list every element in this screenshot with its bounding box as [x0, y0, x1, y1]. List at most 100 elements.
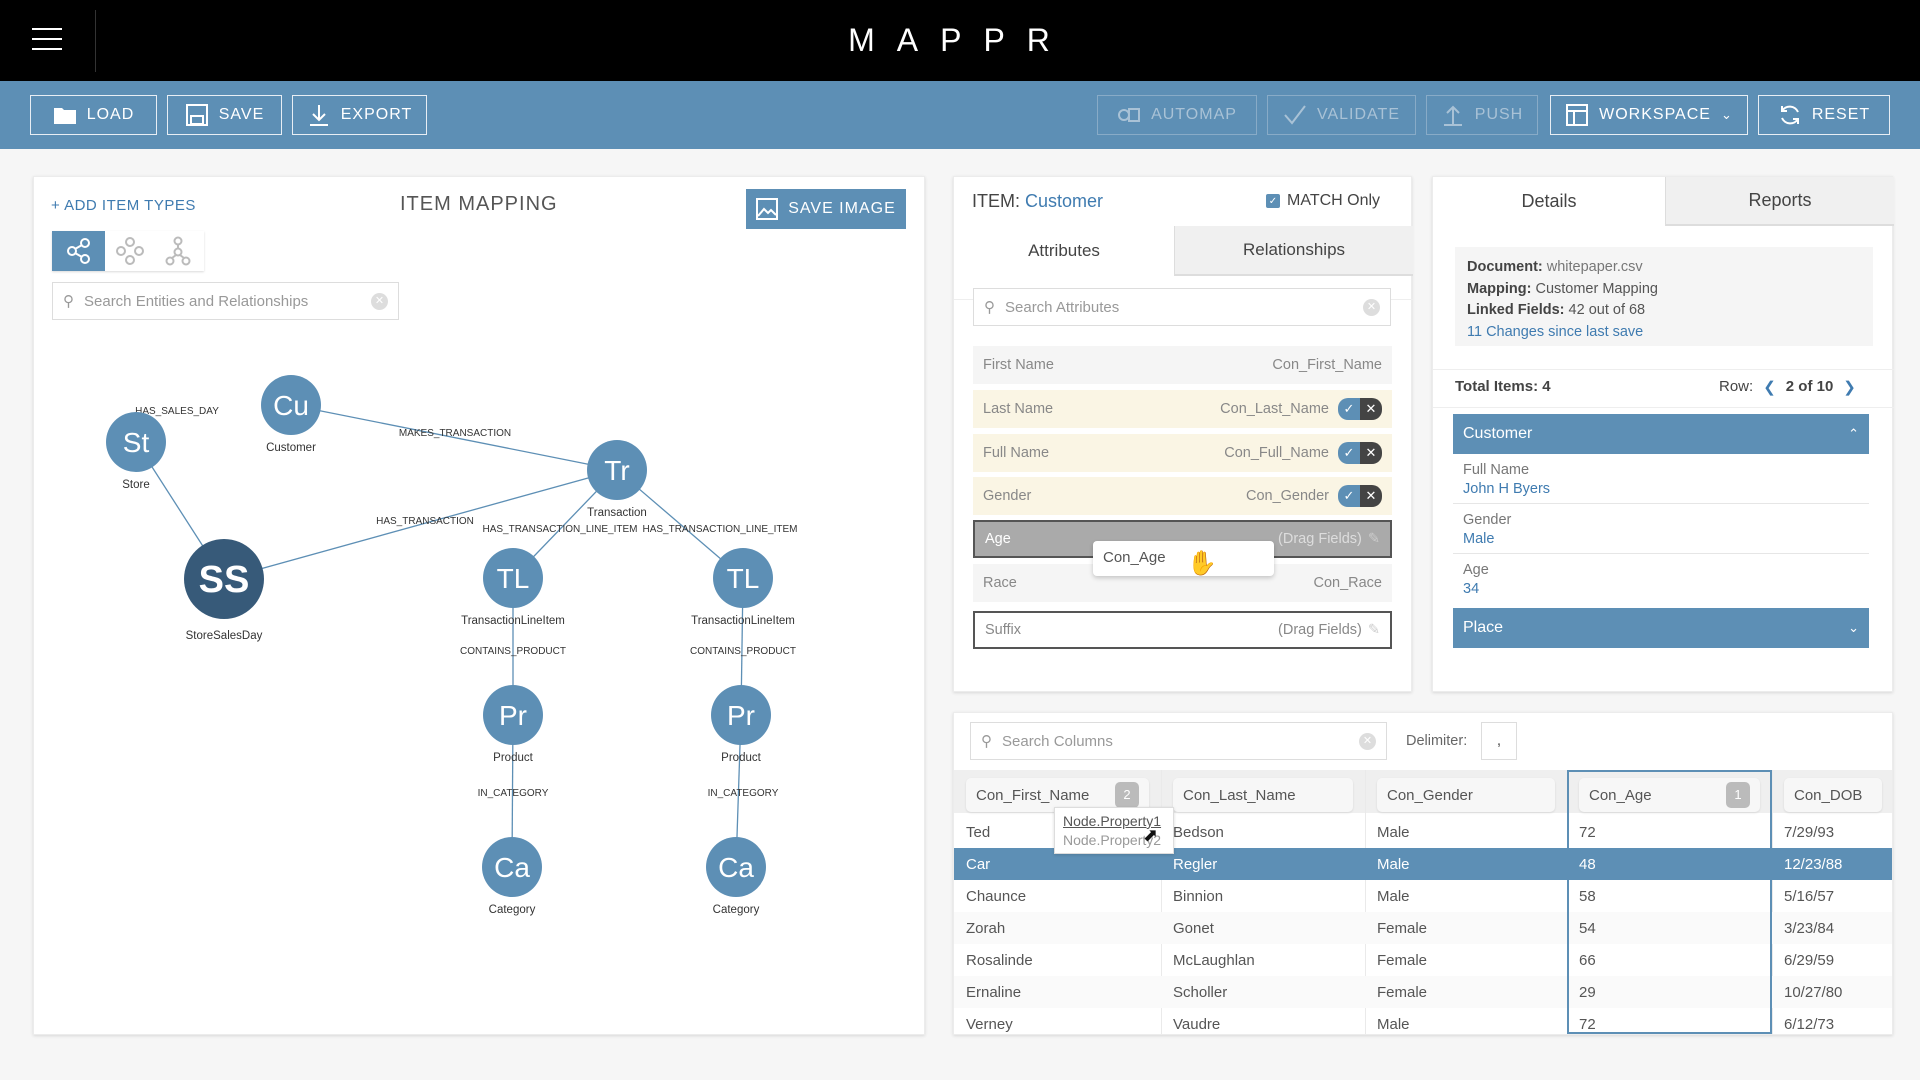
folder-icon — [53, 108, 76, 124]
chevron-down-icon: ⌄ — [1720, 107, 1733, 122]
table-cell: Car — [966, 856, 991, 873]
attribute-name: Gender — [983, 488, 1032, 504]
linked-label: Linked Fields: — [1467, 302, 1565, 318]
mouse-pointer-icon: ⬈ — [1143, 825, 1159, 845]
field-label: Age — [1463, 562, 1489, 578]
export-button[interactable]: EXPORT — [292, 95, 427, 135]
changes-link[interactable]: 11 Changes since last save — [1467, 322, 1861, 344]
validate-button[interactable]: VALIDATE — [1267, 95, 1416, 135]
attribute-row[interactable]: Full Name Con_Full_Name ✓ ✕ — [973, 434, 1392, 472]
table-cell: Ted — [966, 824, 991, 841]
reject-icon[interactable]: ✕ — [1360, 398, 1382, 420]
column-header[interactable]: Con_Last_Name — [1173, 778, 1353, 812]
save-button[interactable]: SAVE — [167, 95, 282, 135]
attribute-value: Con_Race — [1313, 575, 1382, 591]
tab-details[interactable]: Details — [1433, 177, 1665, 226]
column-header[interactable]: Con_DOB — [1784, 778, 1882, 812]
automap-button[interactable]: AUTOMAP — [1097, 95, 1257, 135]
reset-button[interactable]: RESET — [1758, 95, 1890, 135]
table-cell: 10/27/80 — [1784, 984, 1843, 1001]
prev-row-icon[interactable]: ❮ — [1763, 378, 1776, 396]
table-cell: Female — [1377, 920, 1428, 937]
node-abbr: Tr — [604, 455, 629, 486]
edge-label: HAS_TRANSACTION_LINE_ITEM — [482, 524, 637, 535]
automap-icon — [1118, 108, 1141, 122]
table-cell: 6/29/59 — [1784, 952, 1835, 969]
checkbox-checked-icon: ✓ — [1266, 194, 1280, 208]
entity-graph[interactable]: HAS_SALES_DAYMAKES_TRANSACTIONHAS_TRANSA… — [34, 177, 926, 1036]
item-mapping-panel: + ADD ITEM TYPES ITEM MAPPING SAVE IMAGE… — [33, 176, 925, 1035]
delimiter-input[interactable]: , — [1481, 722, 1517, 760]
tab-relationships[interactable]: Relationships — [1174, 226, 1413, 276]
search-icon: ⚲ — [981, 733, 992, 750]
column-name: Con_DOB — [1794, 786, 1863, 804]
table-cell: Male — [1377, 856, 1410, 873]
linked-value: 42 out of 68 — [1568, 302, 1646, 318]
document-info: Document: whitepaper.csv Mapping: Custom… — [1455, 247, 1873, 346]
attribute-row[interactable]: Last Name Con_Last_Name ✓ ✕ — [973, 390, 1392, 428]
field-full-name: Full Name John H Byers — [1453, 454, 1869, 504]
column-name: Con_Last_Name — [1183, 786, 1296, 804]
table-cell: Rosalinde — [966, 952, 1033, 969]
node-abbr: SS — [199, 559, 250, 601]
node-label: TransactionLineItem — [461, 615, 565, 627]
table-cell: Male — [1377, 824, 1410, 841]
attribute-value: (Drag Fields) — [1278, 622, 1362, 638]
match-only-checkbox[interactable]: ✓ MATCH Only — [1266, 192, 1380, 210]
clear-icon[interactable]: ✕ — [1359, 732, 1376, 750]
floppy-icon — [185, 104, 208, 126]
node-abbr: St — [123, 427, 150, 458]
next-row-icon[interactable]: ❯ — [1843, 378, 1856, 396]
table-cell: Bedson — [1173, 824, 1224, 841]
column-name: Con_First_Name — [976, 786, 1090, 804]
edge-label: CONTAINS_PRODUCT — [690, 646, 796, 657]
workspace-dropdown[interactable]: WORKSPACE ⌄ — [1550, 95, 1748, 135]
reject-icon[interactable]: ✕ — [1360, 485, 1382, 507]
push-label: PUSH — [1474, 106, 1524, 123]
edge-label: HAS_TRANSACTION — [376, 516, 474, 527]
accept-icon[interactable]: ✓ — [1338, 442, 1360, 464]
divider — [1433, 407, 1894, 408]
attribute-row[interactable]: Gender Con_Gender ✓ ✕ — [973, 477, 1392, 515]
pencil-icon[interactable]: ✎ — [1368, 531, 1380, 547]
clear-icon[interactable]: ✕ — [1363, 298, 1380, 316]
tab-attributes[interactable]: Attributes — [954, 226, 1174, 276]
accept-icon[interactable]: ✓ — [1338, 485, 1360, 507]
column-name: Con_Gender — [1387, 786, 1473, 804]
node-abbr: Ca — [718, 852, 754, 883]
load-button[interactable]: LOAD — [30, 95, 157, 135]
edge-label: MAKES_TRANSACTION — [399, 428, 511, 439]
column-search-input[interactable]: ⚲ Search Columns ✕ — [970, 722, 1387, 760]
attribute-value: (Drag Fields) — [1278, 531, 1362, 547]
table-cell: Verney — [966, 1016, 1013, 1033]
automap-label: AUTOMAP — [1151, 106, 1237, 123]
mapping-label: Mapping: — [1467, 280, 1532, 297]
table-cell: 3/23/84 — [1784, 920, 1835, 937]
attribute-value: Con_Last_Name — [1220, 401, 1329, 417]
dragged-field-chip[interactable]: Con_Age ✋ — [1093, 541, 1274, 577]
push-button[interactable]: PUSH — [1426, 95, 1538, 135]
attribute-row[interactable]: First Name Con_First_Name — [973, 346, 1392, 384]
attribute-row[interactable]: Suffix (Drag Fields) ✎ — [973, 611, 1392, 649]
tab-reports[interactable]: Reports — [1665, 177, 1894, 226]
column-header[interactable]: Con_Gender — [1377, 778, 1555, 812]
table-cell: Male — [1377, 1016, 1410, 1033]
table-cell: Binnion — [1173, 888, 1224, 905]
table-cell: Regler — [1173, 856, 1218, 873]
node-label: Category — [489, 904, 536, 916]
reject-icon[interactable]: ✕ — [1360, 442, 1382, 464]
node-label: Product — [721, 752, 761, 764]
table-cell: Male — [1377, 888, 1410, 905]
validate-label: VALIDATE — [1317, 106, 1400, 123]
pencil-icon[interactable]: ✎ — [1368, 622, 1380, 638]
table-cell: Female — [1377, 952, 1428, 969]
section-place-header[interactable]: Place ⌄ — [1453, 608, 1869, 648]
attribute-name: Suffix — [985, 622, 1022, 638]
edge-label: IN_CATEGORY — [708, 788, 779, 799]
node-abbr: Pr — [499, 700, 527, 731]
attribute-search-input[interactable]: ⚲ Search Attributes ✕ — [973, 288, 1391, 326]
node-label: Product — [493, 752, 533, 764]
table-cell: Gonet — [1173, 920, 1214, 937]
accept-icon[interactable]: ✓ — [1338, 398, 1360, 420]
section-customer-header[interactable]: Customer ⌃ — [1453, 414, 1869, 454]
